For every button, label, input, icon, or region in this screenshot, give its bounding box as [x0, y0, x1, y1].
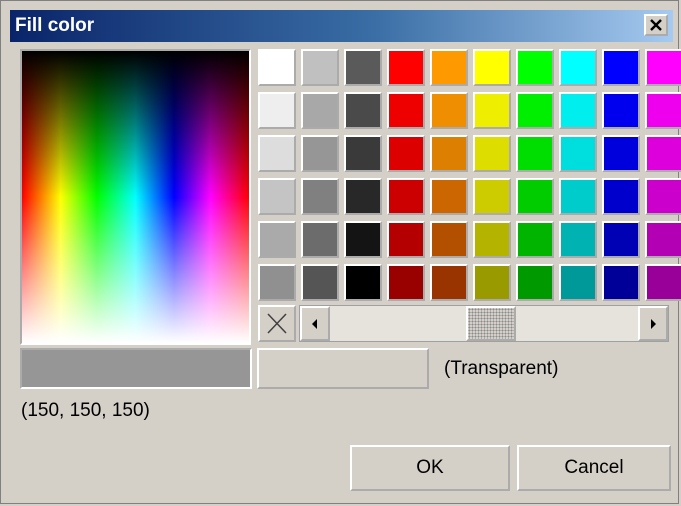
color-swatch-blue-1[interactable] [602, 49, 640, 86]
color-swatch-yellow-5[interactable] [473, 221, 511, 258]
transparent-preview-button[interactable] [257, 348, 429, 389]
color-swatch-blue-4[interactable] [602, 178, 640, 215]
cancel-button[interactable]: Cancel [517, 445, 671, 491]
color-swatch-light-gray-3[interactable] [301, 135, 339, 172]
color-swatch-light-gray-5[interactable] [301, 221, 339, 258]
color-swatch-cyan-1[interactable] [559, 49, 597, 86]
color-swatch-cyan-5[interactable] [559, 221, 597, 258]
color-swatch-dark-gray-2[interactable] [344, 92, 382, 129]
color-swatch-blue-5[interactable] [602, 221, 640, 258]
transparent-label: (Transparent) [444, 358, 559, 379]
color-swatch-red-6[interactable] [387, 264, 425, 301]
scroll-left-button[interactable] [300, 306, 330, 341]
color-swatch-light-gray-6[interactable] [301, 264, 339, 301]
color-swatch-magenta-1[interactable] [645, 49, 681, 86]
color-swatch-orange-5[interactable] [430, 221, 468, 258]
color-swatch-dark-gray-3[interactable] [344, 135, 382, 172]
color-swatch-yellow-2[interactable] [473, 92, 511, 129]
color-swatch-blue-3[interactable] [602, 135, 640, 172]
ok-button[interactable]: OK [350, 445, 510, 491]
title-bar[interactable]: Fill color [10, 10, 673, 42]
color-swatch-yellow-6[interactable] [473, 264, 511, 301]
color-swatch-orange-3[interactable] [430, 135, 468, 172]
current-color-preview [20, 348, 252, 389]
color-swatch-red-4[interactable] [387, 178, 425, 215]
color-swatch-green-6[interactable] [516, 264, 554, 301]
color-swatch-orange-2[interactable] [430, 92, 468, 129]
color-swatch-cyan-6[interactable] [559, 264, 597, 301]
scroll-right-button[interactable] [638, 306, 668, 341]
cancel-button-label: Cancel [564, 457, 624, 478]
color-swatch-green-3[interactable] [516, 135, 554, 172]
color-swatch-light-gray-4[interactable] [301, 178, 339, 215]
color-swatch-red-1[interactable] [387, 49, 425, 86]
color-swatch-red-5[interactable] [387, 221, 425, 258]
color-swatch-white-3[interactable] [258, 135, 296, 172]
color-swatch-orange-4[interactable] [430, 178, 468, 215]
color-swatch-cyan-2[interactable] [559, 92, 597, 129]
color-swatch-white-4[interactable] [258, 178, 296, 215]
color-swatch-light-gray-2[interactable] [301, 92, 339, 129]
color-swatch-yellow-4[interactable] [473, 178, 511, 215]
color-swatch-magenta-3[interactable] [645, 135, 681, 172]
dialog-title: Fill color [15, 15, 95, 36]
x-no-fill-icon [267, 313, 287, 334]
arrow-right-icon [651, 318, 656, 329]
color-swatch-orange-1[interactable] [430, 49, 468, 86]
color-swatch-white-1[interactable] [258, 49, 296, 86]
color-swatch-red-2[interactable] [387, 92, 425, 129]
close-button[interactable] [644, 14, 668, 36]
color-swatch-cyan-3[interactable] [559, 135, 597, 172]
rgb-value-readout: (150, 150, 150) [21, 400, 150, 421]
color-swatch-green-1[interactable] [516, 49, 554, 86]
color-swatch-dark-gray-5[interactable] [344, 221, 382, 258]
fill-color-dialog: Fill color (Transparent) (150, 150, 150) [0, 0, 681, 504]
color-swatch-light-gray-1[interactable] [301, 49, 339, 86]
color-swatch-white-2[interactable] [258, 92, 296, 129]
color-swatch-magenta-2[interactable] [645, 92, 681, 129]
color-swatch-blue-6[interactable] [602, 264, 640, 301]
color-swatch-dark-gray-4[interactable] [344, 178, 382, 215]
arrow-left-icon [312, 318, 317, 329]
color-swatch-green-5[interactable] [516, 221, 554, 258]
color-swatch-green-4[interactable] [516, 178, 554, 215]
color-swatch-dark-gray-6[interactable] [344, 264, 382, 301]
transparent-color-button[interactable] [258, 305, 296, 342]
close-x-icon [650, 19, 662, 31]
color-swatch-green-2[interactable] [516, 92, 554, 129]
color-swatch-red-3[interactable] [387, 135, 425, 172]
ok-button-label: OK [416, 457, 444, 478]
color-swatch-magenta-4[interactable] [645, 178, 681, 215]
color-spectrum-picker[interactable] [20, 49, 251, 345]
color-swatch-white-6[interactable] [258, 264, 296, 301]
color-swatch-cyan-4[interactable] [559, 178, 597, 215]
color-swatch-white-5[interactable] [258, 221, 296, 258]
color-swatch-blue-2[interactable] [602, 92, 640, 129]
color-swatch-orange-6[interactable] [430, 264, 468, 301]
color-swatch-magenta-6[interactable] [645, 264, 681, 301]
color-swatch-yellow-3[interactable] [473, 135, 511, 172]
palette-scrollbar[interactable] [299, 305, 669, 342]
color-swatch-dark-gray-1[interactable] [344, 49, 382, 86]
color-swatch-magenta-5[interactable] [645, 221, 681, 258]
color-swatch-yellow-1[interactable] [473, 49, 511, 86]
scroll-thumb[interactable] [466, 306, 516, 341]
